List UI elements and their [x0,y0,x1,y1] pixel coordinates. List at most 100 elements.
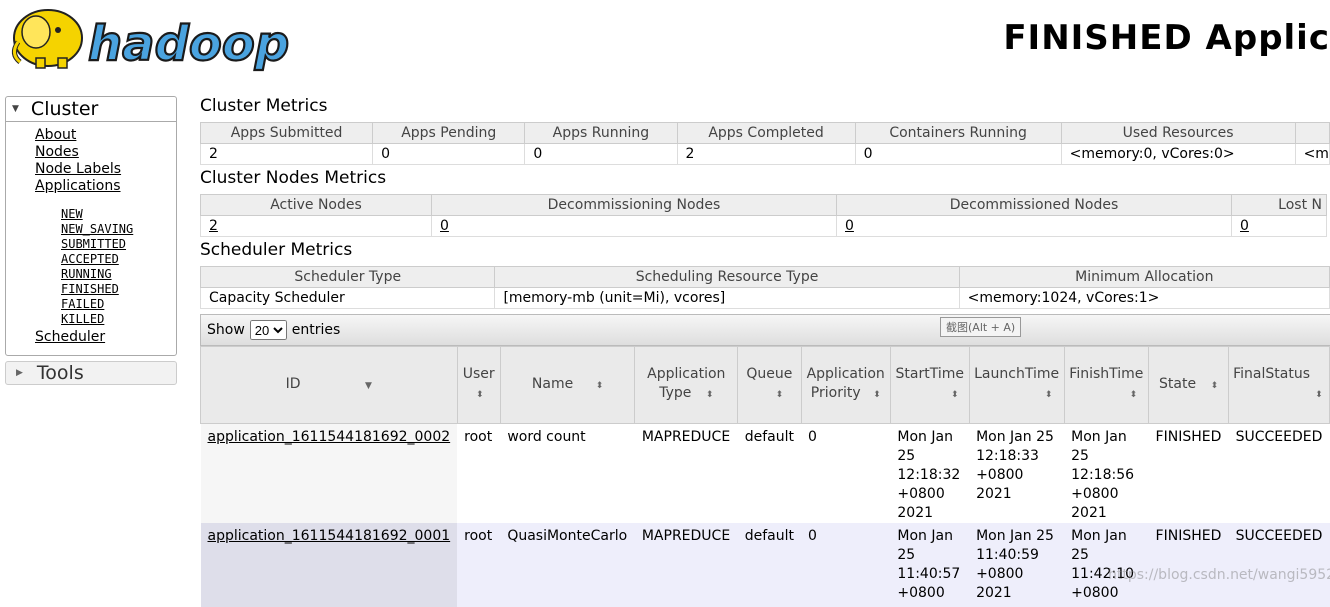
lost-nodes-link[interactable]: 0 [1240,218,1249,234]
cluster-metrics-title: Cluster Metrics [200,96,328,116]
priority-cell: 0 [801,523,891,607]
priority-cell: 0 [801,423,891,523]
nav-link-state-failed[interactable]: FAILED [61,297,104,311]
type-cell: MAPREDUCE [634,523,738,607]
col-user[interactable]: User ⬍ [456,346,501,424]
cluster-nav-header[interactable]: ▼ Cluster [6,97,176,122]
col-label: FinalStatus [1233,366,1311,382]
metric-value: Capacity Scheduler [199,287,496,309]
metric-header: Minimum Allocation [958,266,1330,288]
queue-cell: default [737,523,802,607]
apps-table-toolbar: Show 20 entries [200,314,1330,346]
metric-header: Decommissioned Nodes [836,194,1232,216]
cluster-nav-list: About Nodes Node Labels Applications NEW… [6,122,176,327]
nav-link-state-submitted[interactable]: SUBMITTED [61,237,126,251]
col-label: User [462,366,495,382]
queue-cell: default [737,423,802,523]
col-application-priority[interactable]: Application Priority ⬍ [800,346,891,424]
nav-link-state-accepted[interactable]: ACCEPTED [61,252,119,266]
nav-link-state-new[interactable]: NEW [61,207,83,221]
metric-header: Containers Running [854,122,1062,144]
nodes-metrics-table: Active Nodes Decommissioning Nodes Decom… [200,194,1327,237]
state-cell: FINISHED [1148,423,1229,523]
sort-desc-icon: ▼ [365,380,372,391]
show-label: Show [207,322,245,338]
sort-icon: ⬍ [1315,390,1323,400]
application-id-link[interactable]: application_1611544181692_0001 [208,528,451,544]
user-cell: root [457,523,501,607]
finish-time-cell: Mon Jan 25 12:18:56 +0800 2021 [1064,423,1149,523]
logo-text: hadoop [88,16,289,72]
page-title: FINISHED Applic [1003,18,1330,58]
sort-icon: ⬍ [1129,390,1138,400]
cluster-nav-label: Cluster [30,98,99,120]
metric-header: Apps Running [524,122,678,144]
metric-header: Apps Pending [372,122,526,144]
col-launch-time[interactable]: LaunchTime ⬍ [968,346,1065,424]
metric-value: 2 [676,143,856,165]
sort-icon: ⬍ [595,380,604,391]
nav-link-applications[interactable]: Applications [35,178,121,194]
application-id-link[interactable]: application_1611544181692_0002 [208,429,451,445]
sort-icon: ⬍ [1044,390,1053,400]
active-nodes-link[interactable]: 2 [209,218,218,234]
col-queue[interactable]: Queue ⬍ [737,346,802,424]
start-time-cell: Mon Jan 25 11:40:57 +0800 [890,523,970,607]
final-status-cell: SUCCEEDED [1228,523,1330,607]
metric-value: 2 [199,143,374,165]
sort-icon: ⬍ [873,390,881,400]
col-label: State [1159,375,1197,392]
nav-link-about[interactable]: About [35,127,76,143]
elephant-icon [12,9,83,69]
nav-link-state-new-saving[interactable]: NEW_SAVING [61,222,133,236]
col-label: FinishTime [1069,366,1144,382]
triangle-right-icon: ▶ [16,368,23,378]
col-final-status[interactable]: FinalStatus ⬍ [1228,346,1330,424]
tools-nav-header[interactable]: ▶ Tools [5,361,177,385]
nav-link-nodes[interactable]: Nodes [35,144,79,160]
metric-header: Decommissioning Nodes [431,194,837,216]
nav-link-node-labels[interactable]: Node Labels [35,161,121,177]
state-cell: FINISHED [1148,523,1229,607]
metric-header: Scheduling Resource Type [494,266,960,288]
col-state[interactable]: State ⬍ [1148,346,1230,424]
col-application-type[interactable]: Application Type ⬍ [634,346,739,424]
col-id[interactable]: ID ▼ [200,346,458,424]
metric-header: Scheduler Type [199,266,496,288]
name-cell: word count [500,423,635,523]
col-label: Type [659,385,692,401]
decommissioning-nodes-link[interactable]: 0 [440,218,449,234]
col-start-time[interactable]: StartTime ⬍ [889,346,970,424]
sort-icon: ⬍ [775,390,784,400]
col-label: Name [531,375,574,392]
finish-time-cell: Mon Jan 25 11:42:10 +0800 [1064,523,1149,607]
nav-link-state-running[interactable]: RUNNING [61,267,112,281]
tools-nav-label: Tools [36,362,84,384]
metric-header: Apps Submitted [199,122,374,144]
metric-header: Used Resources [1060,122,1296,144]
metric-header [1294,122,1330,144]
sort-icon: ⬍ [1210,380,1219,391]
col-label: StartTime [895,366,964,382]
col-finish-time[interactable]: FinishTime ⬍ [1063,346,1150,424]
metric-header: Active Nodes [200,194,432,216]
metric-header: Apps Completed [676,122,856,144]
table-row: application_1611544181692_0001 root Quas… [200,523,1330,607]
col-label: ID [285,375,301,392]
col-name[interactable]: Name ⬍ [499,346,636,424]
nav-link-state-finished[interactable]: FINISHED [61,282,119,296]
metric-value: 0 [854,143,1062,165]
nav-link-scheduler[interactable]: Scheduler [35,329,105,345]
scheduler-metrics-title: Scheduler Metrics [200,240,353,260]
metric-value: <m [1294,143,1330,165]
final-status-cell: SUCCEEDED [1228,423,1330,523]
sort-icon: ⬍ [705,390,714,400]
table-row: application_1611544181692_0002 root word… [200,423,1330,523]
entries-select[interactable]: 20 [249,320,287,340]
decommissioned-nodes-link[interactable]: 0 [845,218,854,234]
user-cell: root [457,423,501,523]
nav-link-state-killed[interactable]: KILLED [61,312,104,326]
type-cell: MAPREDUCE [634,423,738,523]
col-label: Application [647,366,726,382]
col-label: Application [806,366,885,382]
